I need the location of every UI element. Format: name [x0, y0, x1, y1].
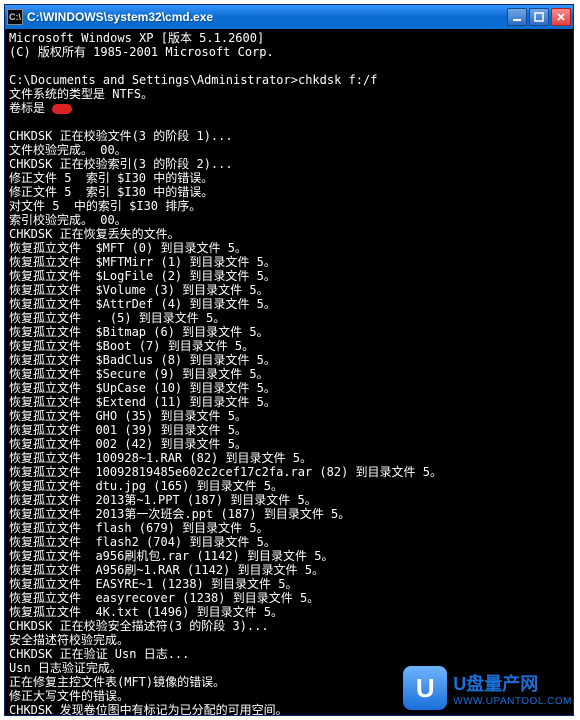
console-line: 恢复孤立文件 easyrecover (1238) 到目录文件 5。 [9, 591, 319, 605]
console-line: 文件校验完成。 00。 [9, 143, 127, 157]
watermark-logo: U [403, 666, 447, 710]
console-line: 恢复孤立文件 $UpCase (10) 到目录文件 5。 [9, 381, 276, 395]
console-line: 恢复孤立文件 $Extend (11) 到目录文件 5。 [9, 395, 276, 409]
console-line: Microsoft Windows XP [版本 5.1.2600] [9, 31, 264, 45]
console-line: 恢复孤立文件 GHO (35) 到目录文件 5。 [9, 409, 247, 423]
console-line: 恢复孤立文件 EASYRE~1 (1238) 到目录文件 5。 [9, 577, 298, 591]
console-line: 恢复孤立文件 001 (39) 到目录文件 5。 [9, 423, 247, 437]
console-output[interactable]: Microsoft Windows XP [版本 5.1.2600] (C) 版… [5, 29, 573, 715]
console-line: 恢复孤立文件 $MFT (0) 到目录文件 5。 [9, 241, 247, 255]
console-line: 索引校验完成。 00。 [9, 213, 127, 227]
console-line: 恢复孤立文件 4K.txt (1496) 到目录文件 5。 [9, 605, 283, 619]
console-line: CHKDSK 正在恢复丢失的文件。 [9, 227, 180, 241]
console-line: CHKDSK 正在验证 Usn 日志... [9, 647, 189, 661]
console-line: 恢复孤立文件 2013第一次班会.ppt (187) 到目录文件 5。 [9, 507, 350, 521]
console-line: 对文件 5 中的索引 $I30 排序。 [9, 199, 201, 213]
watermark-title: U盘量产网 [453, 670, 572, 696]
console-line: 恢复孤立文件 a956刷机包.rar (1142) 到目录文件 5。 [9, 549, 334, 563]
console-line: 恢复孤立文件 2013第~1.PPT (187) 到目录文件 5。 [9, 493, 317, 507]
console-line: 修正大写文件的错误。 [9, 689, 129, 703]
console-line: 恢复孤立文件 flash (679) 到目录文件 5。 [9, 521, 269, 535]
close-button[interactable] [551, 8, 571, 26]
maximize-icon [534, 12, 544, 22]
console-line: 恢复孤立文件 A956刷~1.RAR (1142) 到目录文件 5。 [9, 563, 324, 577]
cmd-window: C:\ C:\WINDOWS\system32\cmd.exe Microsof… [4, 4, 574, 716]
titlebar[interactable]: C:\ C:\WINDOWS\system32\cmd.exe [5, 5, 573, 29]
console-line: 卷标是 [9, 101, 72, 115]
console-line: 修正文件 5 索引 $I30 中的错误。 [9, 171, 213, 185]
console-line: 恢复孤立文件 $Volume (3) 到目录文件 5。 [9, 283, 269, 297]
console-line: CHKDSK 正在校验索引(3 的阶段 2)... [9, 157, 233, 171]
console-line: (C) 版权所有 1985-2001 Microsoft Corp. [9, 45, 274, 59]
console-line: CHKDSK 正在校验文件(3 的阶段 1)... [9, 129, 233, 143]
console-line: 恢复孤立文件 $BadClus (8) 到目录文件 5。 [9, 353, 276, 367]
app-icon: C:\ [7, 9, 23, 25]
console-line: 恢复孤立文件 $AttrDef (4) 到目录文件 5。 [9, 297, 276, 311]
console-line: 恢复孤立文件 002 (42) 到目录文件 5。 [9, 437, 247, 451]
console-line: 恢复孤立文件 . (5) 到目录文件 5。 [9, 311, 225, 325]
console-line: C:\Documents and Settings\Administrator>… [9, 73, 377, 87]
console-line: 恢复孤立文件 $Boot (7) 到目录文件 5。 [9, 339, 254, 353]
close-icon [556, 12, 566, 22]
console-line: CHKDSK 发现卷位图中有标记为已分配的可用空间。 [9, 703, 288, 715]
console-line: 文件系统的类型是 NTFS。 [9, 87, 153, 101]
console-line: 正在修复主控文件表(MFT)镜像的错误。 [9, 675, 225, 689]
watermark: U U盘量产网 WWW.UPANTOOL.COM [403, 666, 572, 710]
console-line: 恢复孤立文件 $LogFile (2) 到目录文件 5。 [9, 269, 276, 283]
console-line: 恢复孤立文件 flash2 (704) 到目录文件 5。 [9, 535, 276, 549]
window-controls [507, 8, 571, 26]
minimize-button[interactable] [507, 8, 527, 26]
console-line: 恢复孤立文件 10092819485e602c2cef17c2fa.rar (8… [9, 465, 442, 479]
console-line: 恢复孤立文件 $Bitmap (6) 到目录文件 5。 [9, 325, 269, 339]
console-line: 安全描述符校验完成。 [9, 633, 129, 647]
window-title: C:\WINDOWS\system32\cmd.exe [27, 10, 507, 24]
minimize-icon [512, 12, 522, 22]
watermark-text: U盘量产网 WWW.UPANTOOL.COM [453, 670, 572, 707]
console-line: 恢复孤立文件 dtu.jpg (165) 到目录文件 5。 [9, 479, 283, 493]
console-line: 修正文件 5 索引 $I30 中的错误。 [9, 185, 213, 199]
console-line: 恢复孤立文件 $Secure (9) 到目录文件 5。 [9, 367, 269, 381]
console-line: CHKDSK 正在校验安全描述符(3 的阶段 3)... [9, 619, 269, 633]
console-line: 恢复孤立文件 $MFTMirr (1) 到目录文件 5。 [9, 255, 276, 269]
console-line: 恢复孤立文件 100928~1.RAR (82) 到目录文件 5。 [9, 451, 312, 465]
watermark-url: WWW.UPANTOOL.COM [453, 696, 572, 707]
console-line: Usn 日志验证完成。 [9, 661, 122, 675]
redacted-volume-label [52, 104, 72, 114]
maximize-button[interactable] [529, 8, 549, 26]
